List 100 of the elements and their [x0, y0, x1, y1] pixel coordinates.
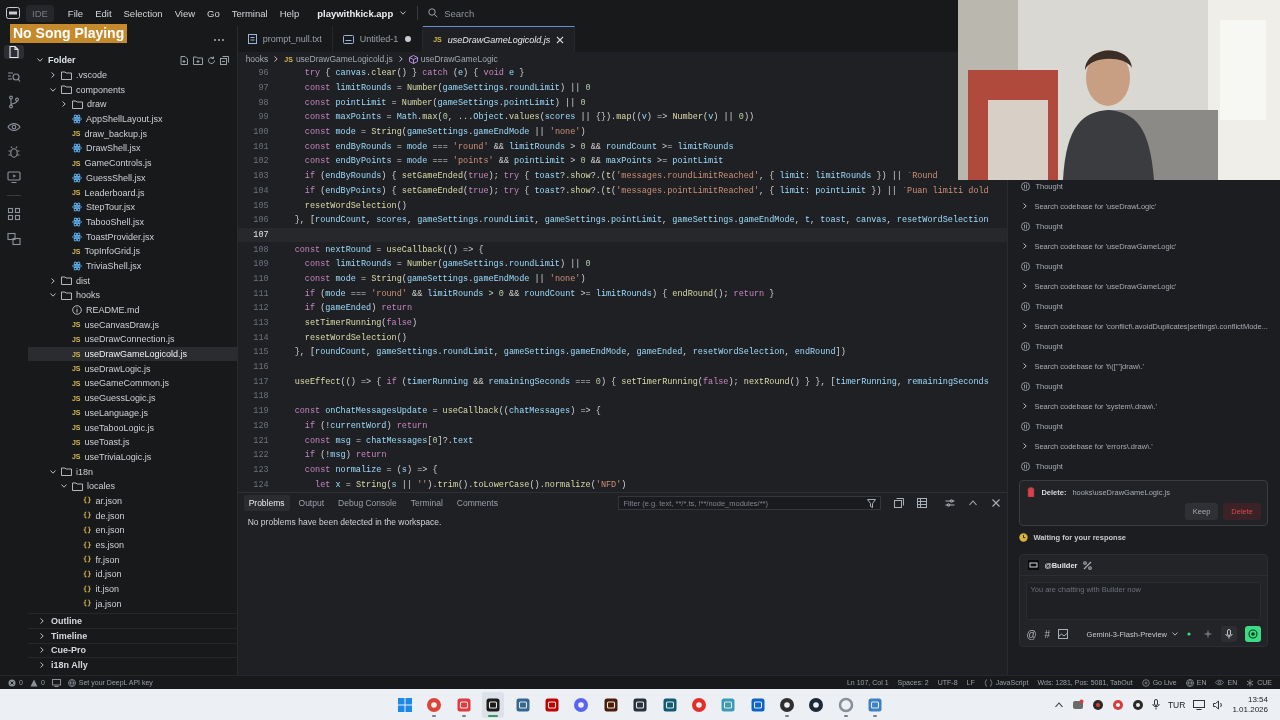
speaker-icon[interactable] [1213, 699, 1225, 710]
context-button[interactable]: # [1044, 628, 1051, 640]
tray-app-icon[interactable] [1091, 698, 1104, 711]
tree-item[interactable]: hooks [27, 288, 237, 303]
editor-tab[interactable]: prompt_null.txt [237, 26, 333, 52]
tree-item[interactable]: StepTour.jsx [27, 199, 237, 215]
start-icon[interactable] [397, 696, 413, 713]
tree-item[interactable]: Folder [27, 53, 237, 68]
app-icon[interactable] [779, 696, 796, 713]
chevron-icon [272, 55, 281, 63]
section-header[interactable]: Cue-Pro [27, 642, 237, 658]
close-icon[interactable] [556, 35, 565, 44]
panel-tab[interactable]: Problems [243, 495, 290, 511]
tree-item[interactable]: .vscode [27, 67, 237, 83]
new-file-icon[interactable] [179, 55, 189, 65]
tree-item[interactable]: locales [27, 478, 237, 494]
breadcrumb-item[interactable]: hooks [245, 54, 269, 64]
tree-item[interactable]: TriviaShell.jsx [27, 258, 237, 274]
app-icon[interactable] [632, 696, 649, 713]
breadcrumb-item[interactable]: useDrawGameLogic [408, 54, 498, 64]
open-folder-icon [60, 467, 72, 477]
settings-icon[interactable] [945, 498, 956, 508]
thought-icon [1021, 301, 1031, 311]
code-line: const mode = String(gameSettings.gameEndMode || 'none') [303, 127, 586, 138]
problems-message: No problems have been detected in the workspace. [246, 516, 443, 529]
microphone-button[interactable] [1221, 626, 1237, 642]
files-icon[interactable] [3, 45, 24, 59]
menu-item[interactable]: Terminal [225, 7, 274, 19]
monitor-icon[interactable] [51, 678, 61, 687]
line-number: 119 [252, 406, 269, 417]
panel-tab[interactable]: Output [293, 495, 330, 511]
monitor-icon[interactable] [1193, 699, 1206, 710]
search-field[interactable]: Search [428, 7, 475, 19]
copy-icon[interactable] [894, 498, 905, 508]
language-indicator[interactable]: TUR [1167, 699, 1186, 710]
tray-app-icon[interactable] [1131, 698, 1144, 711]
app-label: IDE [26, 4, 54, 22]
workspace-selector[interactable]: playwithkick.app [317, 7, 408, 19]
atom-icon [71, 231, 82, 242]
filter-icon[interactable] [867, 498, 877, 508]
asterisk-icon [1246, 678, 1255, 687]
eye-icon [1215, 679, 1225, 686]
tree-item[interactable]: dist [27, 273, 237, 288]
tree-item[interactable]: AppShellLayout.jsx [27, 111, 237, 127]
tree-item[interactable]: TabooShell.jsx [27, 214, 237, 230]
tree-item[interactable]: GuessShell.jsx [27, 170, 237, 186]
tools-icon[interactable] [1082, 560, 1092, 570]
section-header[interactable]: Outline [27, 613, 237, 628]
refresh-icon[interactable] [206, 55, 216, 65]
keyboard-icon [342, 34, 354, 44]
clock-time[interactable]: 13:54 [1247, 694, 1268, 705]
line-number: 124 [252, 479, 269, 490]
close-icon[interactable] [991, 498, 1002, 508]
image-icon[interactable] [1058, 629, 1069, 639]
line-number: 111 [252, 288, 269, 299]
send-button[interactable] [1245, 626, 1261, 642]
app-icon[interactable] [661, 696, 678, 713]
modified-dot-icon [404, 35, 413, 43]
chevron-up-icon[interactable] [968, 498, 979, 508]
line-number: 96 [257, 68, 269, 79]
tree-item[interactable]: i18n [27, 464, 237, 479]
section-header[interactable]: Timeline [27, 627, 237, 643]
tree-item[interactable]: ToastProvider.jsx [27, 229, 237, 244]
code-line: if (!currentWord) return [303, 420, 428, 431]
microphone-icon[interactable] [1151, 699, 1160, 710]
new-folder-icon[interactable] [192, 55, 203, 65]
menu-item[interactable]: File [61, 7, 90, 19]
tree-item[interactable]: components [27, 82, 237, 98]
menu-item[interactable]: Go [201, 7, 226, 19]
tree-item[interactable]: README.md [27, 302, 237, 318]
panel-tab[interactable]: Comments [451, 495, 503, 511]
code-line: if (gameEnded) return [303, 303, 412, 314]
section-header[interactable]: i18n Ally [27, 657, 237, 672]
line-number: 103 [252, 171, 269, 182]
panel-tab[interactable]: Debug Console [333, 495, 402, 511]
menu-item[interactable]: Edit [89, 7, 118, 19]
list-icon[interactable] [917, 498, 928, 508]
line-number: 106 [252, 215, 269, 226]
atom-icon [71, 114, 82, 125]
app-icon[interactable] [602, 696, 619, 713]
clock-date[interactable]: 1.01.2026 [1232, 704, 1268, 715]
app-icon[interactable] [485, 696, 502, 713]
line-number: 99 [257, 112, 269, 123]
running-indicator [785, 714, 790, 717]
chevron-icon [396, 55, 405, 63]
record-icon [1248, 629, 1258, 639]
sparkle-icon[interactable] [1203, 629, 1213, 639]
context-button[interactable]: @ [1026, 628, 1037, 640]
more-icon[interactable] [212, 37, 225, 42]
menu-item[interactable]: Help [273, 7, 306, 19]
line-number: 107 [252, 229, 269, 240]
folder-icon [60, 276, 72, 286]
menu-item[interactable]: View [168, 7, 202, 19]
cube-icon [408, 54, 418, 64]
collapse-all-icon[interactable] [219, 55, 229, 65]
tree-item[interactable]: DrawShell.jsx [27, 141, 237, 156]
panel-tab[interactable]: Terminal [405, 495, 448, 511]
menu-item[interactable]: Selection [117, 7, 169, 19]
app-icon[interactable] [808, 696, 825, 713]
tree-item[interactable]: draw [27, 97, 237, 112]
